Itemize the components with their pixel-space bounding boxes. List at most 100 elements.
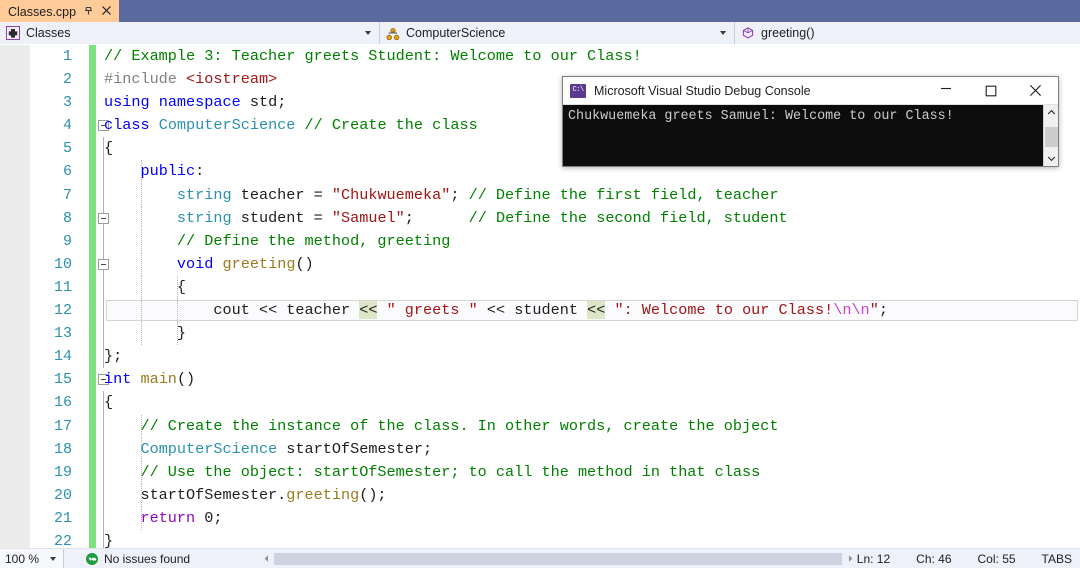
chevron-down-icon[interactable] xyxy=(50,556,56,561)
code-line[interactable]: 16 { xyxy=(0,391,1080,415)
code-line[interactable]: 12 cout << teacher << " greets " << stud… xyxy=(0,299,1080,323)
code-line[interactable]: 19 // Use the object: startOfSemester; t… xyxy=(0,460,1080,484)
member-dropdown[interactable]: greeting() xyxy=(735,22,1080,44)
zoom-level-selector[interactable]: 100 % xyxy=(0,548,64,568)
code-line[interactable]: 22} xyxy=(0,529,1080,548)
debug-console-window[interactable]: C:\ Microsoft Visual Studio Debug Consol… xyxy=(562,76,1059,167)
code-token: ComputerScience xyxy=(140,439,278,458)
code-token: << xyxy=(587,301,606,320)
code-text: using namespace std; xyxy=(104,91,286,114)
code-token: startOfSemester; xyxy=(277,439,433,458)
code-token: void xyxy=(176,254,214,273)
class-dropdown[interactable]: ComputerScience xyxy=(380,22,735,44)
code-text: class ComputerScience // Create the clas… xyxy=(104,114,478,137)
change-bar xyxy=(89,252,96,276)
code-line[interactable]: 21 return 0; xyxy=(0,506,1080,530)
change-bar xyxy=(89,414,96,438)
scrollbar-track[interactable] xyxy=(274,552,842,565)
change-bar xyxy=(89,460,96,484)
code-line[interactable]: 15 int main() xyxy=(0,368,1080,392)
code-token: string xyxy=(176,185,232,204)
code-text: // Use the object: startOfSemester; to c… xyxy=(104,461,760,484)
line-number: 12 xyxy=(53,302,72,320)
code-text: { xyxy=(104,137,113,160)
code-line[interactable]: 9 // Define the method, greeting xyxy=(0,229,1080,253)
code-line[interactable]: 20 startOfSemester.greeting(); xyxy=(0,483,1080,507)
maximize-icon xyxy=(985,85,996,96)
code-line[interactable]: 18 ComputerScience startOfSemester; xyxy=(0,437,1080,461)
scrollbar-thumb[interactable] xyxy=(1044,127,1058,147)
code-token: { xyxy=(104,277,187,296)
code-token: // Create the class xyxy=(304,116,478,135)
console-title-bar[interactable]: C:\ Microsoft Visual Studio Debug Consol… xyxy=(563,77,1058,105)
line-number: 14 xyxy=(53,348,72,366)
code-line[interactable]: 13 } xyxy=(0,322,1080,346)
code-line[interactable]: 7 string teacher = "Chukwuemeka"; // Def… xyxy=(0,183,1080,207)
change-bar xyxy=(89,45,96,69)
code-line[interactable]: 17 // Create the instance of the class. … xyxy=(0,414,1080,438)
scroll-left-icon[interactable] xyxy=(258,551,274,566)
code-token: // Define the first field, teacher xyxy=(468,185,779,204)
close-icon[interactable] xyxy=(101,5,112,18)
line-number: 8 xyxy=(62,209,72,227)
cursor-position-group: Ln: 12 Ch: 46 Col: 55 TABS xyxy=(857,549,1072,568)
code-token: "Chukwuemeka" xyxy=(331,185,451,204)
code-text: int main() xyxy=(104,368,195,391)
code-line[interactable]: 11 { xyxy=(0,275,1080,300)
line-number: 16 xyxy=(53,394,72,412)
code-text: startOfSemester.greeting(); xyxy=(104,484,386,507)
code-text: void greeting() xyxy=(104,253,314,276)
pin-icon[interactable] xyxy=(83,5,94,19)
change-bar xyxy=(89,322,96,346)
chevron-down-icon[interactable] xyxy=(365,31,371,35)
minimize-button[interactable] xyxy=(923,77,968,105)
code-token: #include xyxy=(104,70,187,89)
code-token: public xyxy=(140,162,196,181)
code-token: () xyxy=(176,370,196,389)
console-close-button[interactable] xyxy=(1013,77,1058,105)
code-token: " greets " xyxy=(386,301,478,320)
scroll-up-icon[interactable] xyxy=(1044,105,1059,120)
scroll-right-icon[interactable] xyxy=(842,551,858,566)
code-text: // Create the instance of the class. In … xyxy=(104,415,778,438)
code-token: greeting xyxy=(286,485,360,504)
class-icon xyxy=(386,26,400,41)
change-bar xyxy=(89,206,96,230)
code-token: cout xyxy=(104,301,259,320)
code-token: main xyxy=(140,370,177,389)
line-number: 9 xyxy=(62,232,72,250)
code-token: { xyxy=(104,139,114,158)
line-number: 13 xyxy=(53,325,72,343)
code-line[interactable]: 14}; xyxy=(0,345,1080,369)
issues-status[interactable]: No issues found xyxy=(86,552,190,566)
code-line[interactable]: 1 // Example 3: Teacher greets Student: W… xyxy=(0,45,1080,69)
console-vertical-scrollbar[interactable] xyxy=(1043,105,1058,166)
line-number: 22 xyxy=(53,532,72,548)
maximize-button[interactable] xyxy=(968,77,1013,105)
code-token: << xyxy=(359,301,378,320)
scroll-down-icon[interactable] xyxy=(1044,151,1059,166)
console-output-area[interactable]: Chukwuemeka greets Samuel: Welcome to ou… xyxy=(563,105,1058,166)
project-dropdown[interactable]: Classes xyxy=(0,22,380,44)
code-token: << xyxy=(258,301,278,320)
code-line[interactable]: 10 void greeting() xyxy=(0,252,1080,276)
code-token: 0; xyxy=(195,508,223,527)
check-circle-icon xyxy=(86,552,98,565)
tab-classes-cpp[interactable]: Classes.cpp xyxy=(0,0,120,22)
line-number: 10 xyxy=(53,255,72,273)
code-text: string teacher = "Chukwuemeka"; // Defin… xyxy=(104,184,779,207)
code-token: student = xyxy=(231,208,332,227)
code-token: <iostream> xyxy=(186,70,278,89)
console-title: Microsoft Visual Studio Debug Console xyxy=(594,83,811,98)
code-token: \n\n xyxy=(833,301,870,320)
chevron-down-icon[interactable] xyxy=(720,31,726,35)
code-line[interactable]: 8 string student = "Samuel"; // Define t… xyxy=(0,206,1080,230)
code-token: // Define the second field, student xyxy=(468,208,788,227)
horizontal-scrollbar[interactable] xyxy=(258,551,858,566)
